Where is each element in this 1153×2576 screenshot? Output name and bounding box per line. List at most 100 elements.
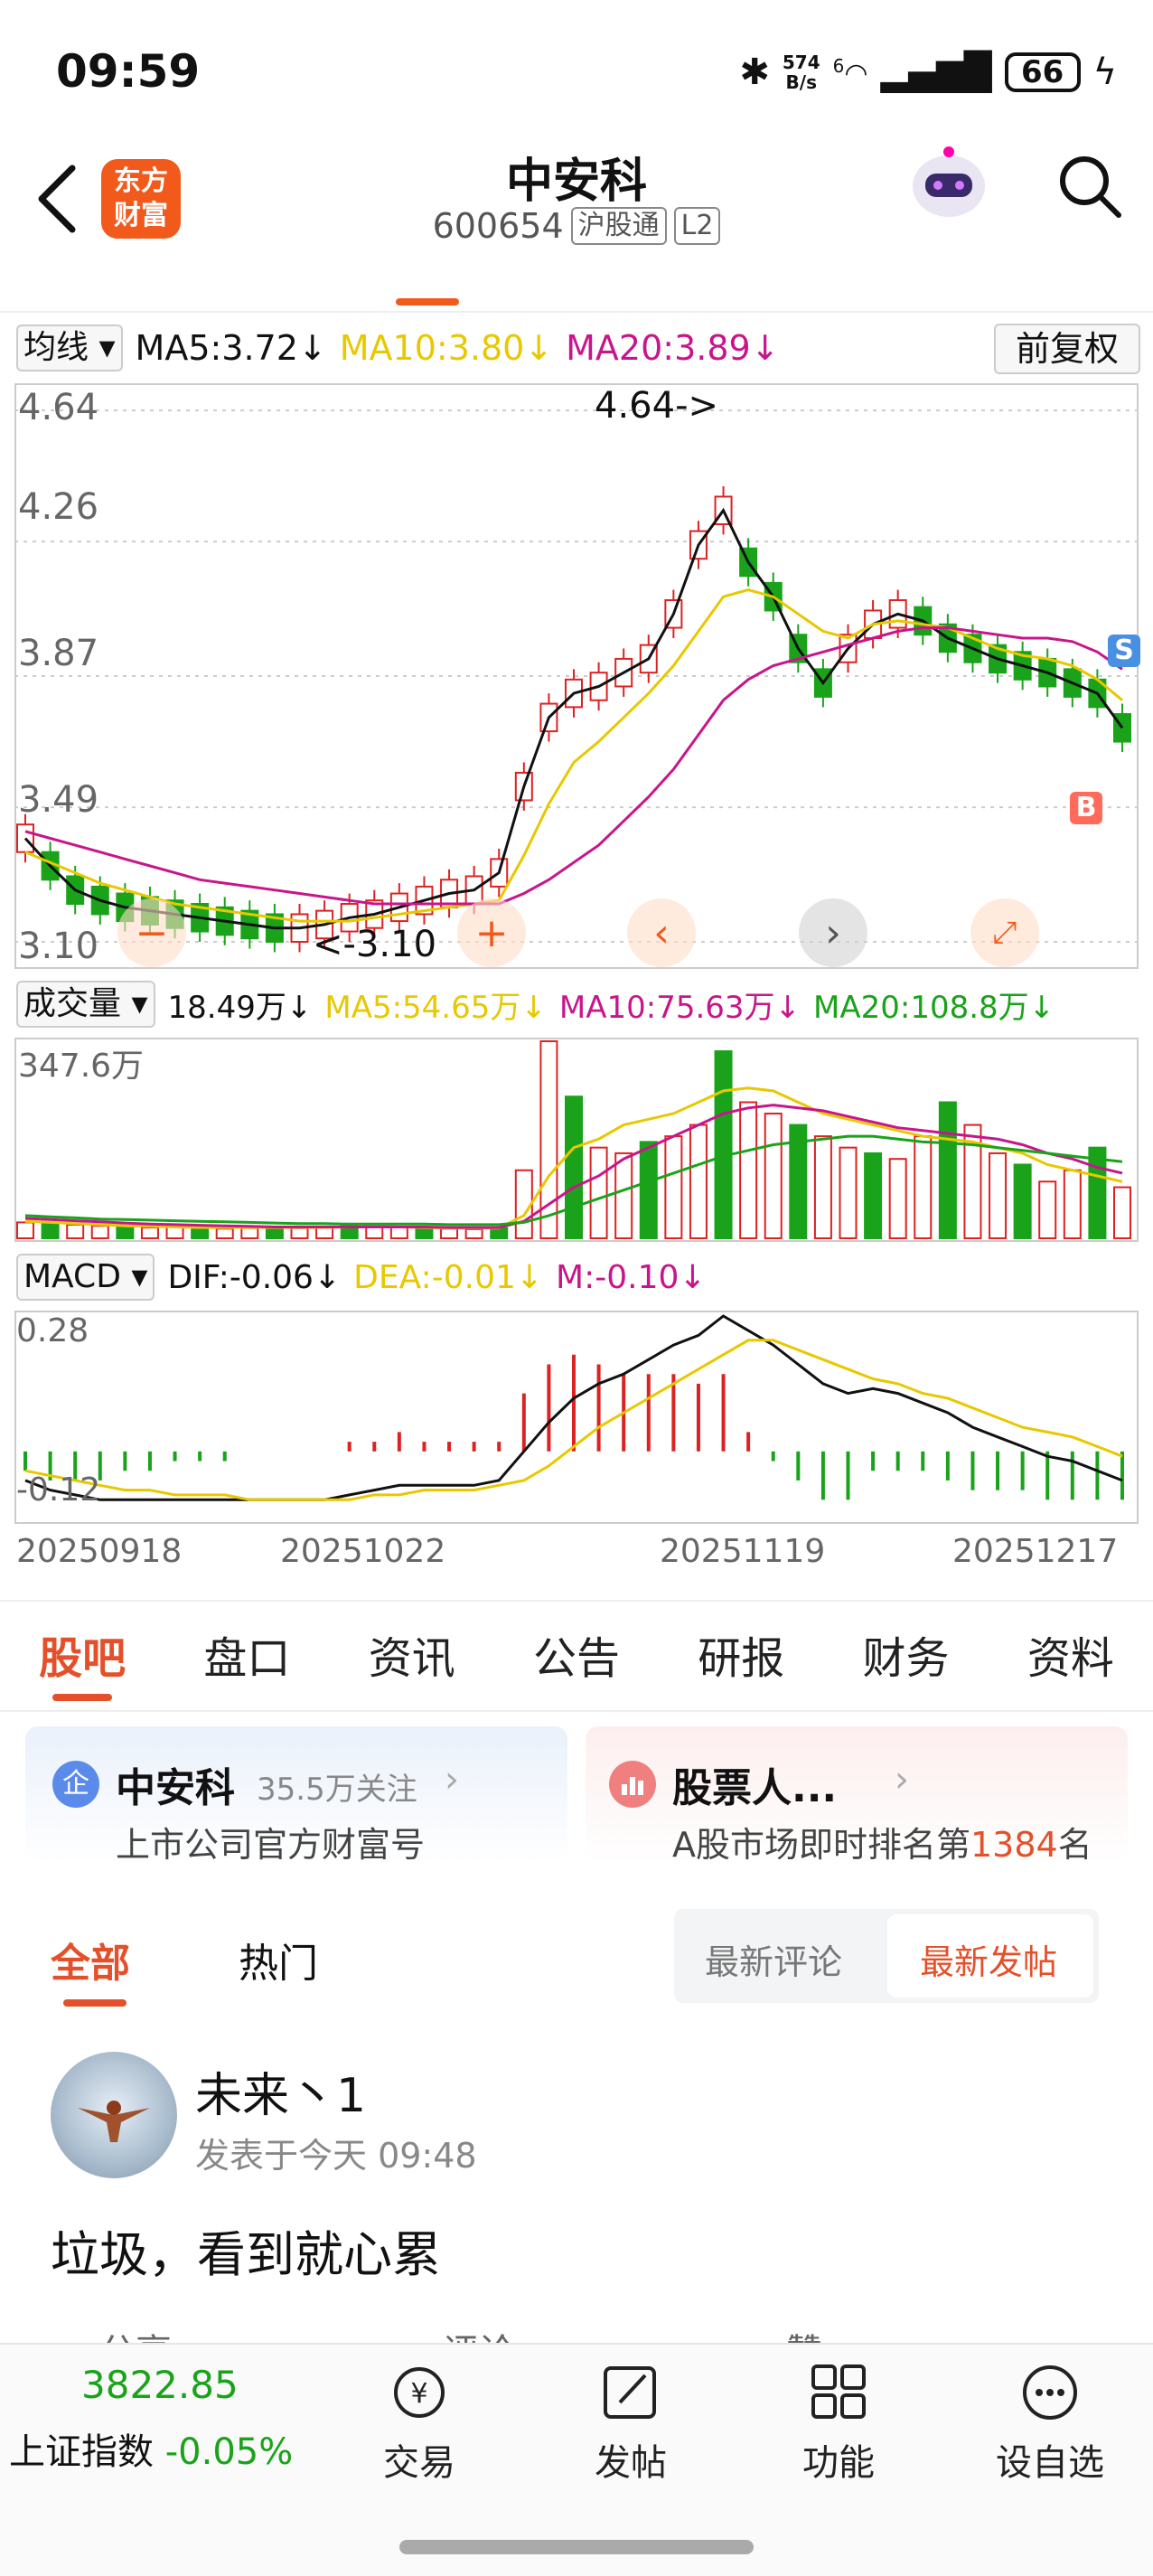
divider <box>0 1710 1153 1712</box>
volume-current: 18.49万↓ <box>167 989 313 1026</box>
feed-tab-hot[interactable]: 热门 <box>239 1931 318 1988</box>
kline-chart[interactable] <box>14 383 1139 969</box>
volume-bar <box>415 1227 434 1240</box>
date-label: 20251022 <box>280 1533 446 1570</box>
index-row[interactable]: 上证指数 -0.05% <box>9 2422 293 2475</box>
charging-icon: ϟ <box>1092 52 1117 93</box>
macd-legend: MACD ▾ DIF:-0.06↓ DEA:-0.01↓ M:-0.10↓ <box>16 1251 707 1303</box>
ma-line-ma10 <box>24 588 1123 923</box>
wifi-icon: 6◠ <box>832 55 868 89</box>
official-account-card[interactable]: 企 中安科 35.5万关注 › 上市公司官方财富号 <box>25 1726 567 1865</box>
volume-bar <box>16 1221 34 1240</box>
scroll-left-button[interactable]: ‹ <box>627 898 696 967</box>
high-marker: 4.64-> <box>595 385 719 427</box>
post-button[interactable]: 发帖 <box>558 2361 703 2486</box>
volume-bar <box>90 1225 109 1239</box>
post-actions: 分享 评论 赞 <box>99 2323 822 2343</box>
volume-bar <box>1063 1169 1082 1240</box>
status-time: 09:59 <box>56 45 201 98</box>
battery-icon: 66 <box>1004 52 1081 92</box>
divider <box>0 311 1153 313</box>
scroll-right-button[interactable]: › <box>799 898 867 967</box>
comment-button[interactable]: 评论 <box>443 2323 515 2343</box>
ma20-value: MA20:3.89↓ <box>566 328 780 368</box>
sort-filter: 最新评论 最新发帖 <box>674 1909 1099 2003</box>
avatar[interactable] <box>51 2052 177 2178</box>
candle <box>16 823 34 853</box>
chevron-left-icon: ‹ <box>653 909 670 956</box>
volume-bar <box>290 1227 309 1240</box>
home-indicator[interactable] <box>399 2540 754 2554</box>
features-button[interactable]: 功能 <box>766 2361 911 2486</box>
zoom-out-button[interactable]: − <box>117 898 186 967</box>
search-icon[interactable] <box>1055 152 1124 221</box>
card-subtitle: 上市公司官方财富号 <box>116 1825 426 1865</box>
zoom-in-button[interactable]: + <box>457 898 526 967</box>
ma-legend: 均线 ▾ MA5:3.72↓ MA10:3.80↓ MA20:3.89↓ <box>16 322 780 374</box>
add-watchlist-button[interactable]: 设自选 <box>978 2361 1122 2486</box>
tab-pankou[interactable]: 盘口 <box>203 1622 290 1686</box>
tab-profile[interactable]: 资料 <box>1027 1622 1114 1686</box>
ranking-card[interactable]: 股票人... › A股市场即时排名第1384名 <box>586 1726 1128 1865</box>
volume-bar <box>464 1227 483 1240</box>
trade-button[interactable]: ¥ 交易 <box>347 2361 492 2486</box>
volume-bar <box>614 1152 633 1239</box>
volume-selector[interactable]: 成交量 ▾ <box>16 981 155 1028</box>
post-time: 发表于今天 09:48 <box>195 2136 477 2176</box>
indicator-selector[interactable]: 均线 ▾ <box>16 324 123 371</box>
ma-line-ma20 <box>24 626 1123 906</box>
like-button[interactable]: 赞 <box>786 2323 822 2343</box>
feed-tab-all[interactable]: 全部 <box>51 1931 130 1988</box>
minus-icon: − <box>135 909 169 956</box>
volume-ma20: MA20:108.8万↓ <box>813 989 1055 1026</box>
card-title: 股票人... <box>672 1765 838 1811</box>
tab-research[interactable]: 研报 <box>698 1622 784 1686</box>
tab-guba[interactable]: 股吧 <box>39 1622 126 1686</box>
volume-bar <box>1088 1146 1107 1239</box>
y-tick-label: 4.64 <box>18 387 99 428</box>
post-content[interactable]: 垃圾，看到就心累 <box>51 2214 441 2286</box>
sell-badge[interactable]: S <box>1108 635 1140 667</box>
cell-signal-icon: ▂▄▆█ <box>880 52 992 93</box>
adjust-button[interactable]: 前复权 <box>994 324 1140 374</box>
volume-chart[interactable] <box>14 1038 1139 1242</box>
index-change: -0.05% <box>164 2431 294 2473</box>
ranking-icon <box>609 1761 656 1808</box>
sort-latest-post[interactable]: 最新发帖 <box>920 1934 1057 1984</box>
ma10-value: MA10:3.80↓ <box>339 328 554 368</box>
macd-chart[interactable] <box>14 1311 1139 1524</box>
volume-bar <box>41 1223 60 1240</box>
buy-badge[interactable]: B <box>1070 792 1102 824</box>
status-bar: 09:59 ✱ 574 B/s 6◠ ▂▄▆█ 66 ϟ <box>0 0 1153 136</box>
edit-icon <box>604 2366 656 2419</box>
yen-cycle-icon: ¥ <box>394 2367 445 2418</box>
volume-bar <box>639 1141 658 1239</box>
sort-latest-comment[interactable]: 最新评论 <box>705 1934 842 1984</box>
index-value[interactable]: 3822.85 <box>81 2363 239 2407</box>
macd-bottom-label: -0.12 <box>16 1471 101 1509</box>
fullscreen-button[interactable]: ⤢ <box>970 898 1039 967</box>
macd-selector[interactable]: MACD ▾ <box>16 1254 155 1301</box>
macd-m: M:-0.10↓ <box>556 1258 707 1296</box>
volume-legend: 成交量 ▾ 18.49万↓ MA5:54.65万↓ MA10:75.63万↓ M… <box>16 978 1055 1030</box>
stock-code: 600654 <box>432 206 564 246</box>
assistant-robot-icon[interactable] <box>904 137 994 228</box>
volume-bar <box>440 1227 459 1239</box>
tab-announcements[interactable]: 公告 <box>533 1622 620 1686</box>
volume-bar <box>1113 1186 1131 1240</box>
volume-ma10: MA10:75.63万↓ <box>558 989 801 1026</box>
share-button[interactable]: 分享 <box>99 2323 172 2343</box>
volume-bar <box>989 1152 1008 1239</box>
tab-news[interactable]: 资讯 <box>369 1622 455 1686</box>
level-tag: L2 <box>673 207 721 245</box>
date-label: 20250918 <box>16 1533 183 1570</box>
volume-bar <box>914 1135 933 1239</box>
y-tick-label: 3.87 <box>18 633 99 674</box>
net-speed: 574 B/s <box>782 52 820 93</box>
svg-text:¥: ¥ <box>410 2378 427 2410</box>
volume-bar <box>116 1226 135 1240</box>
tab-finance[interactable]: 财务 <box>863 1622 950 1686</box>
post-author[interactable]: 未来丶1 <box>195 2057 366 2125</box>
volume-bar <box>389 1226 408 1240</box>
more-icon <box>1023 2365 1077 2420</box>
